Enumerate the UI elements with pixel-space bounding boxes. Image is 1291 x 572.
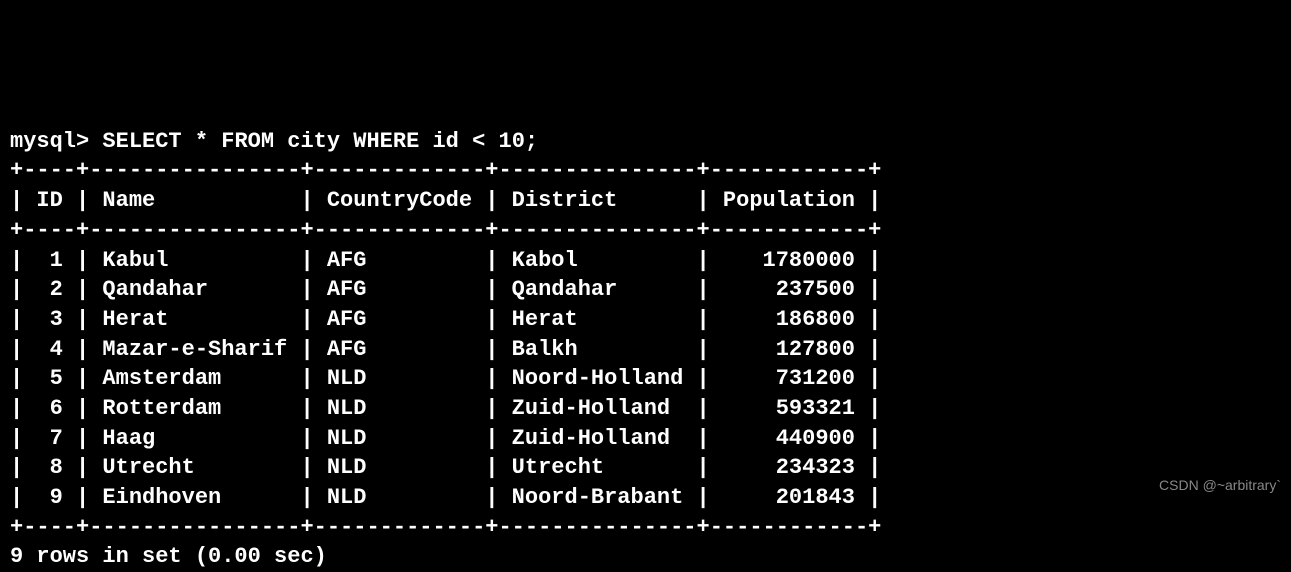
- table-row: | 9 | Eindhoven | NLD | Noord-Brabant | …: [10, 485, 881, 510]
- mysql-prompt: mysql>: [10, 129, 89, 154]
- table-row: | 5 | Amsterdam | NLD | Noord-Holland | …: [10, 366, 881, 391]
- table-row: | 7 | Haag | NLD | Zuid-Holland | 440900…: [10, 426, 881, 451]
- table-row: | 4 | Mazar-e-Sharif | AFG | Balkh | 127…: [10, 337, 881, 362]
- table-row: | 3 | Herat | AFG | Herat | 186800 |: [10, 307, 881, 332]
- table-border-mid: +----+----------------+-------------+---…: [10, 218, 881, 243]
- sql-query: SELECT * FROM city WHERE id < 10;: [102, 129, 538, 154]
- table-border-top: +----+----------------+-------------+---…: [10, 158, 881, 183]
- table-row: | 6 | Rotterdam | NLD | Zuid-Holland | 5…: [10, 396, 881, 421]
- watermark: CSDN @~arbitrary`: [1159, 476, 1281, 495]
- table-header: | ID | Name | CountryCode | District | P…: [10, 188, 881, 213]
- table-row: | 1 | Kabul | AFG | Kabol | 1780000 |: [10, 248, 881, 273]
- table-row: | 2 | Qandahar | AFG | Qandahar | 237500…: [10, 277, 881, 302]
- table-border-bottom: +----+----------------+-------------+---…: [10, 515, 881, 540]
- result-summary: 9 rows in set (0.00 sec): [10, 544, 327, 569]
- table-row: | 8 | Utrecht | NLD | Utrecht | 234323 |: [10, 455, 881, 480]
